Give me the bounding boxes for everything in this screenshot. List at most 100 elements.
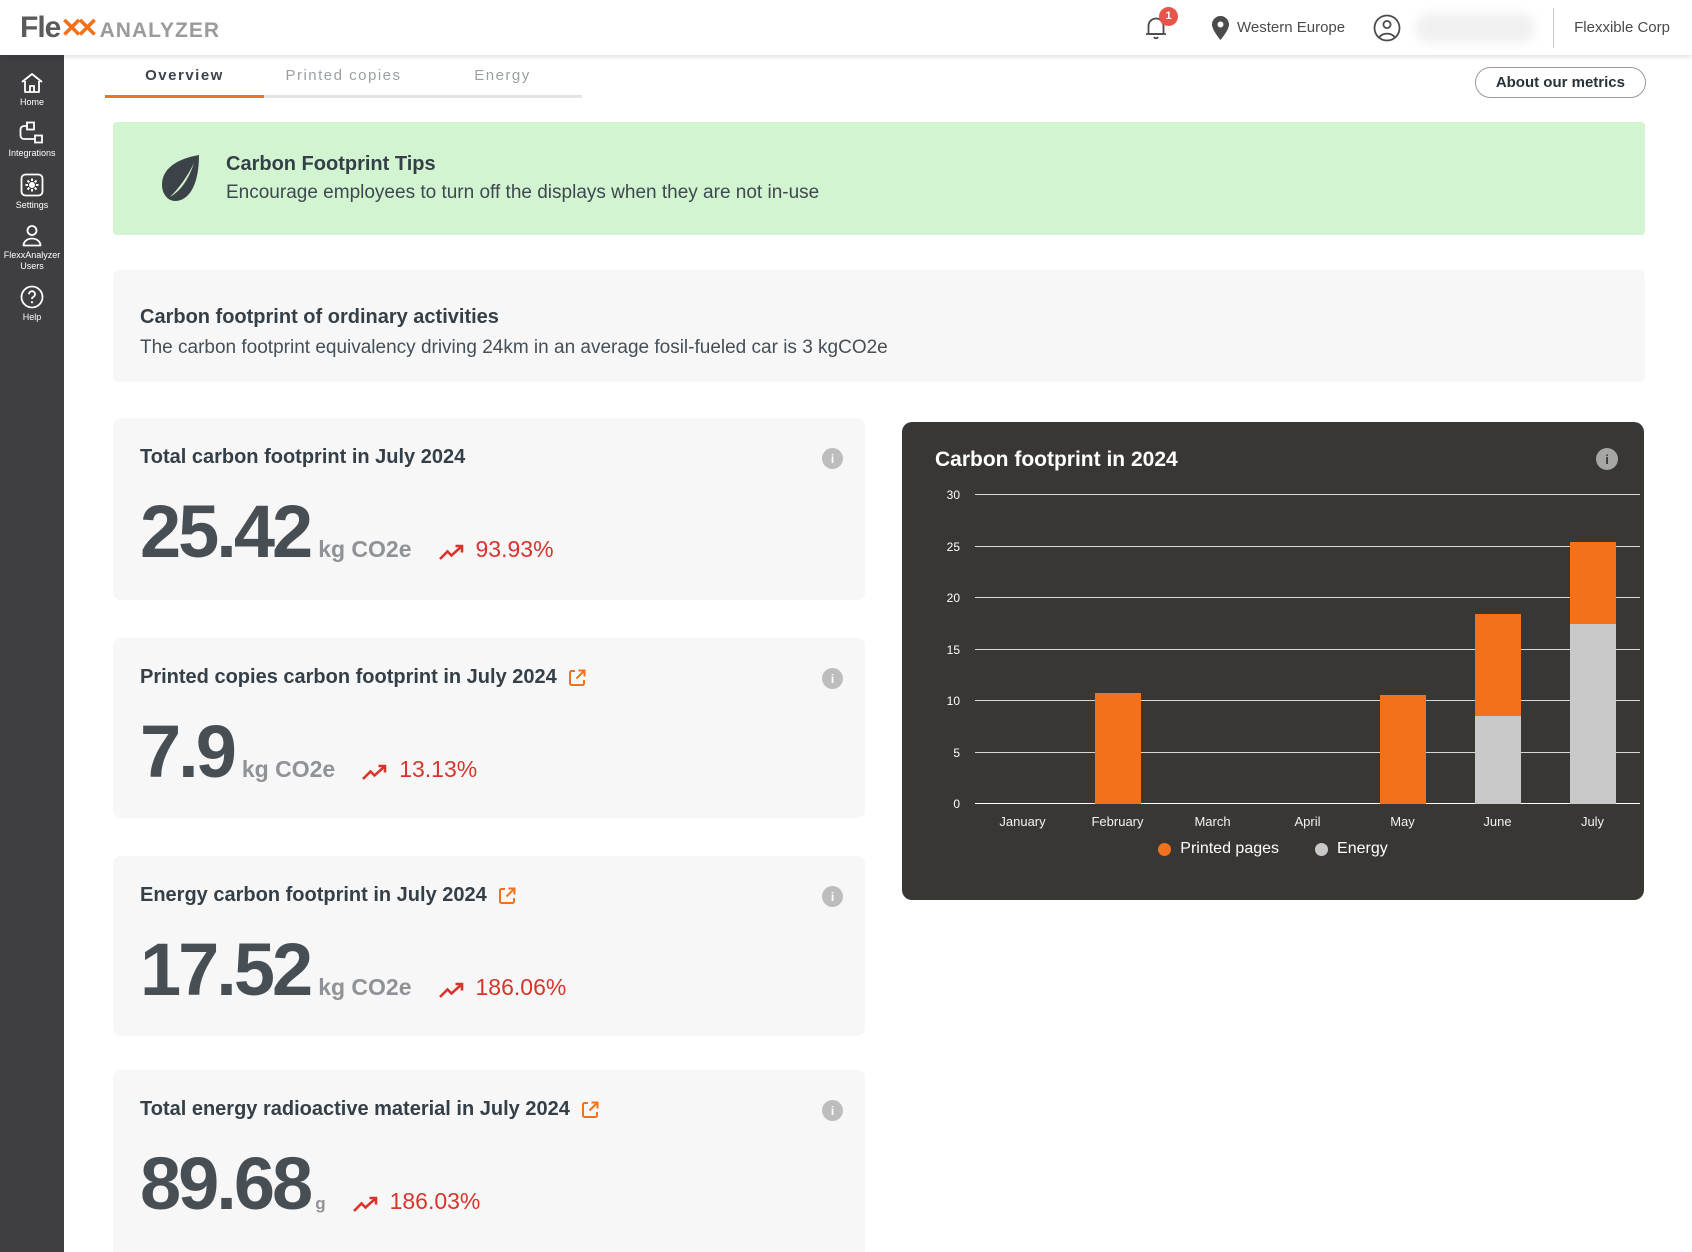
location-pin-icon [1212,16,1229,40]
tab-overview[interactable]: Overview [105,55,264,98]
metric-card-energy: Energy carbon footprint in July 2024 i 1… [113,856,865,1036]
chart-legend: Printed pages Energy [902,840,1644,858]
sidebar-item-home[interactable]: Home [0,65,64,114]
x-axis-label: April [1260,814,1355,829]
trend-up-icon [361,764,389,782]
sidebar-item-label: Home [20,97,44,108]
metric-value-row: 7.9 kg CO2e 13.13% [140,719,865,786]
trend-up-icon [438,544,466,562]
legend-item-printed-pages[interactable]: Printed pages [1158,840,1279,858]
metric-value: 17.52 [140,937,310,1004]
bar-segment-printed-pages[interactable] [1570,542,1616,623]
tab-bar: Overview Printed copies Energy [105,55,582,98]
region-label: Western Europe [1237,19,1345,36]
logo-text-fle: Fle [20,11,60,45]
y-axis-tick: 20 [902,591,960,605]
tip-texts: Carbon Footprint Tips Encourage employee… [226,153,819,204]
legend-dot [1315,843,1328,856]
info-icon[interactable]: i [822,448,843,469]
notifications-button[interactable]: 1 [1144,15,1168,41]
chart-column-may [1355,495,1450,804]
settings-gear-icon [20,173,44,197]
metric-unit: g [315,1194,325,1214]
info-icon[interactable]: i [822,668,843,689]
external-link-icon[interactable] [497,886,517,906]
home-icon [20,72,44,94]
legend-label: Printed pages [1180,840,1279,858]
metric-value-row: 17.52 kg CO2e 186.06% [140,937,865,1004]
chart-title: Carbon footprint in 2024 [935,448,1178,472]
bar-segment-printed-pages[interactable] [1475,614,1521,716]
external-link-icon[interactable] [567,668,587,688]
metric-value: 7.9 [140,719,234,786]
equivalency-card: Carbon footprint of ordinary activities … [113,270,1645,382]
x-axis-label: May [1355,814,1450,829]
about-our-metrics-button[interactable]: About our metrics [1475,67,1646,98]
tip-text: Encourage employees to turn off the disp… [226,182,819,204]
user-icon [20,224,44,247]
bar-segment-printed-pages[interactable] [1095,693,1141,804]
account-menu-button[interactable] [1373,14,1401,42]
tab-energy[interactable]: Energy [423,55,582,98]
bar-segment-energy[interactable] [1570,624,1616,804]
logo-xx-mark: ✕✕ [60,13,91,44]
metric-change: 186.03% [390,1188,481,1215]
metric-change: 186.06% [476,974,567,1001]
chart-column-january [975,495,1070,804]
metric-title: Total energy radioactive material in Jul… [140,1098,570,1121]
equivalency-text: The carbon footprint equivalency driving… [140,337,1645,359]
tab-printed-copies[interactable]: Printed copies [264,55,423,98]
external-link-icon[interactable] [580,1100,600,1120]
region-selector[interactable]: Western Europe [1212,16,1345,40]
y-axis-tick: 15 [902,643,960,657]
y-axis-tick: 30 [902,488,960,502]
metric-value-row: 25.42 kg CO2e 93.93% [140,499,865,566]
tabs-row: Overview Printed copies Energy About our… [64,55,1692,101]
metric-unit: kg CO2e [318,536,411,563]
metric-title: Energy carbon footprint in July 2024 [140,884,487,907]
logo-text-analyzer: ANALYZER [100,19,220,43]
tip-title: Carbon Footprint Tips [226,153,819,176]
help-icon [20,285,44,309]
y-axis-tick: 10 [902,694,960,708]
header-divider [1553,8,1554,48]
sidebar-item-settings[interactable]: Settings [0,166,64,217]
integrations-icon [19,121,45,145]
legend-label: Energy [1337,840,1388,858]
metric-title: Total carbon footprint in July 2024 [140,446,465,469]
sidebar-item-flexxanalyzer-users[interactable]: FlexxAnalyzer Users [0,217,64,279]
info-icon[interactable]: i [822,1100,843,1121]
x-axis-label: June [1450,814,1545,829]
redacted-username [1415,13,1535,43]
chart-plot [975,495,1640,804]
top-header: Fle ✕✕ ANALYZER 1 [0,0,1692,55]
metric-title: Printed copies carbon footprint in July … [140,666,557,689]
equivalency-title: Carbon footprint of ordinary activities [140,306,1645,329]
chart-x-axis-labels: JanuaryFebruaryMarchAprilMayJuneJuly [975,814,1640,829]
trend-up-icon [352,1196,380,1214]
chart-column-march [1165,495,1260,804]
sidebar-item-integrations[interactable]: Integrations [0,114,64,165]
y-axis-tick: 0 [902,797,960,811]
bar-segment-energy[interactable] [1475,716,1521,804]
sidebar-item-label: Integrations [8,148,55,159]
chart-column-july [1545,495,1640,804]
x-axis-label: July [1545,814,1640,829]
chart-column-february [1070,495,1165,804]
notification-badge: 1 [1159,7,1178,26]
info-icon[interactable]: i [822,886,843,907]
flexxanalyzer-logo: Fle ✕✕ ANALYZER [20,11,220,45]
legend-item-energy[interactable]: Energy [1315,840,1388,858]
bar-segment-printed-pages[interactable] [1380,695,1426,804]
main-content: Overview Printed copies Energy About our… [64,55,1692,1252]
sidebar-item-label: Help [23,312,42,323]
y-axis-tick: 5 [902,746,960,760]
metric-unit: kg CO2e [242,756,335,783]
x-axis-label: March [1165,814,1260,829]
metric-value: 89.68 [140,1151,310,1218]
trend-up-icon [438,982,466,1000]
info-icon[interactable]: i [1596,448,1618,470]
sidebar-item-help[interactable]: Help [0,278,64,329]
metric-card-printed-copies: Printed copies carbon footprint in July … [113,638,865,818]
metric-value-row: 89.68 g 186.03% [140,1151,865,1218]
